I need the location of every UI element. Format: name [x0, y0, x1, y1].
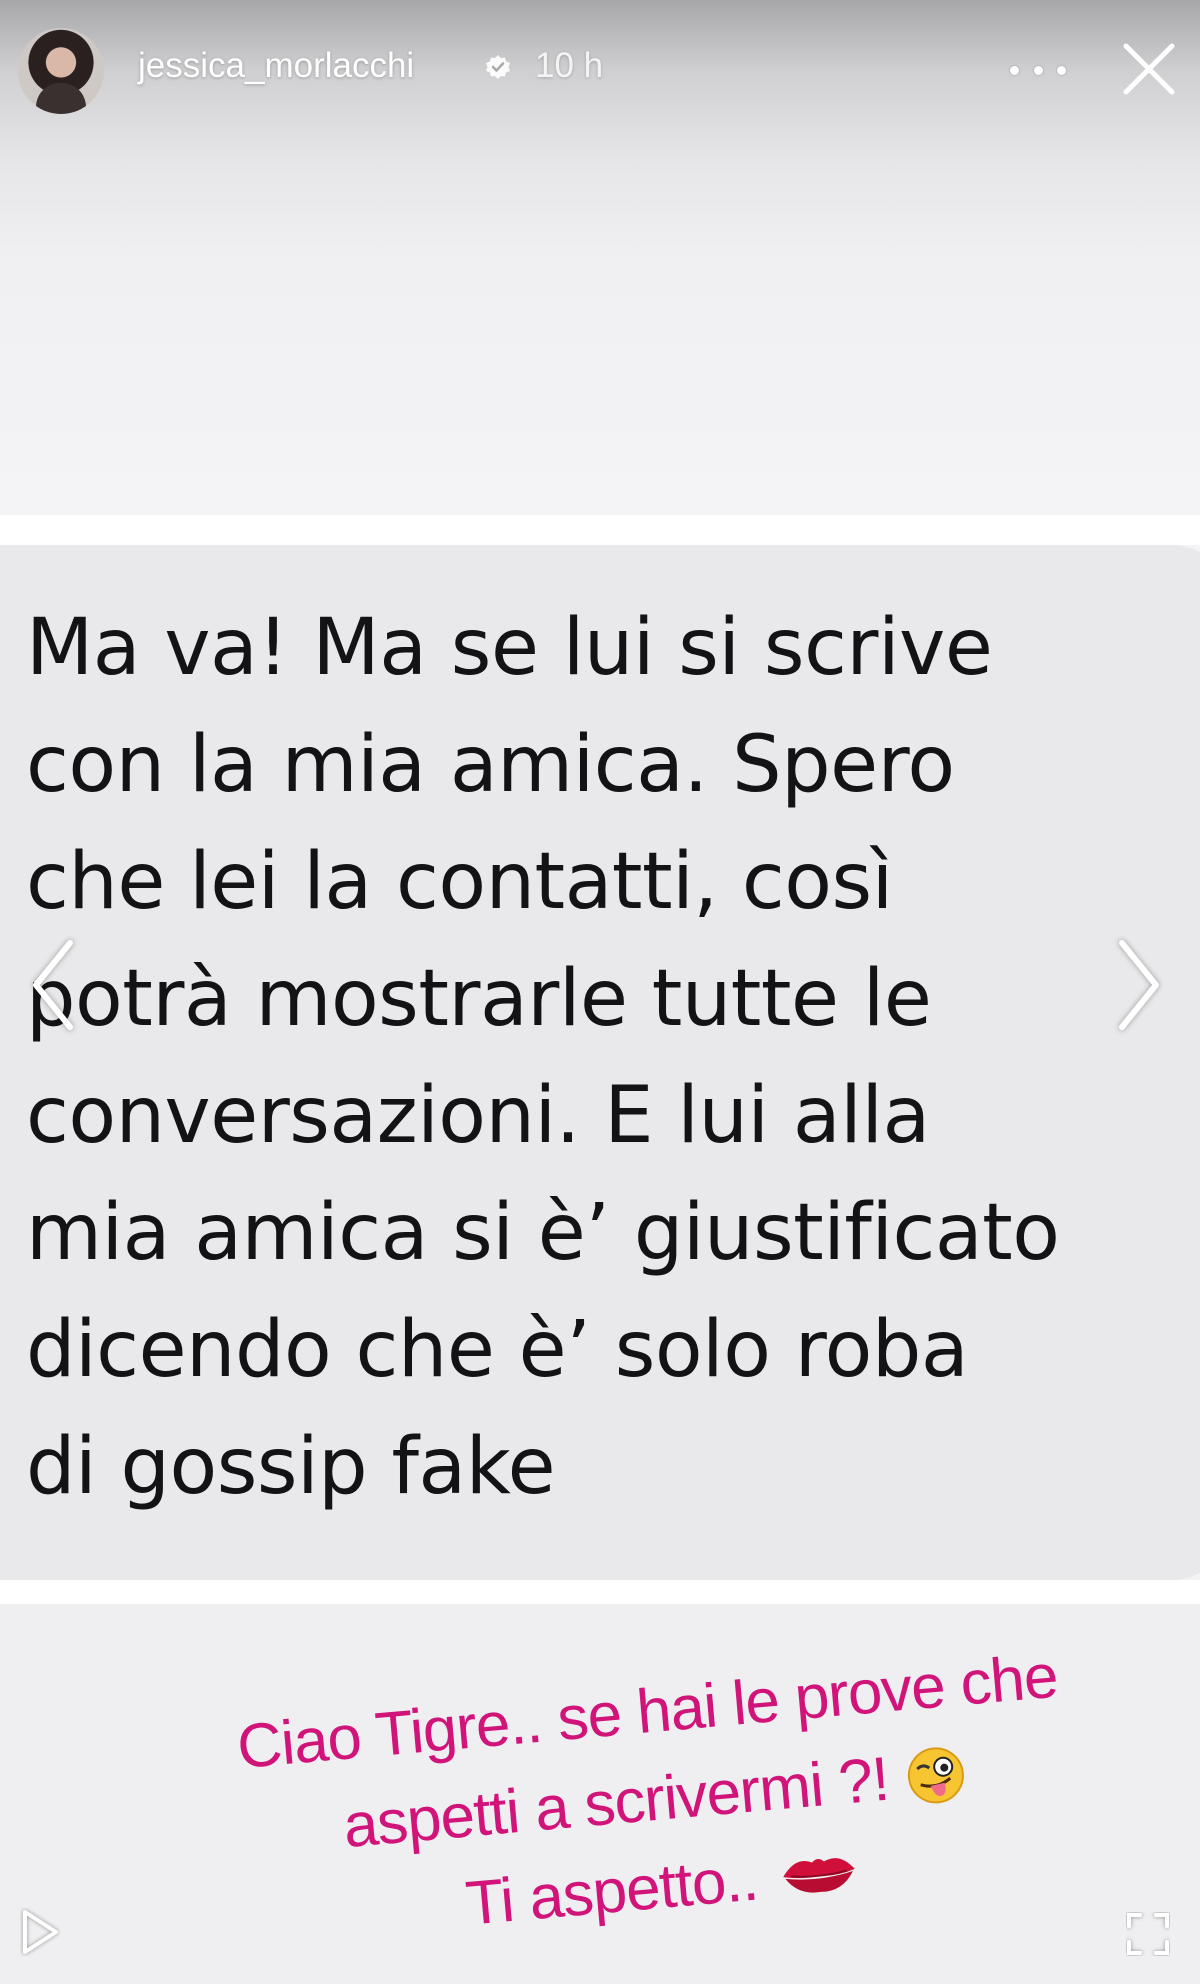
avatar[interactable] [18, 28, 104, 114]
post-time: 10 h [535, 46, 604, 85]
more-dot [1010, 65, 1019, 75]
avatar-body [36, 83, 86, 114]
winking-face-tongue-icon [908, 1747, 965, 1804]
kiss-mark-icon [783, 1858, 856, 1893]
screenshot-top-border [0, 515, 1200, 545]
story-header: jessica_morlacchi 10 h [0, 0, 1200, 140]
more-options-button[interactable] [1010, 50, 1066, 90]
chevron-right-icon[interactable] [1108, 935, 1168, 1035]
more-dot [1033, 65, 1043, 75]
more-dot [1057, 65, 1066, 75]
verified-badge-icon [486, 55, 510, 79]
fullscreen-icon[interactable] [1126, 1912, 1170, 1956]
username[interactable]: jessica_morlacchi [138, 46, 414, 86]
screenshot-bottom-border [0, 1580, 1200, 1604]
message-text: Ma va! Ma se lui si scrive con la mia am… [26, 603, 1060, 1512]
close-icon[interactable] [1118, 38, 1180, 100]
caption-line-3: Ti aspetto.. [463, 1844, 761, 1939]
play-icon[interactable] [20, 1908, 60, 1956]
chevron-left-icon[interactable] [24, 935, 84, 1035]
story-viewer: Ma va! Ma se lui si scrive con la mia am… [0, 0, 1200, 1984]
